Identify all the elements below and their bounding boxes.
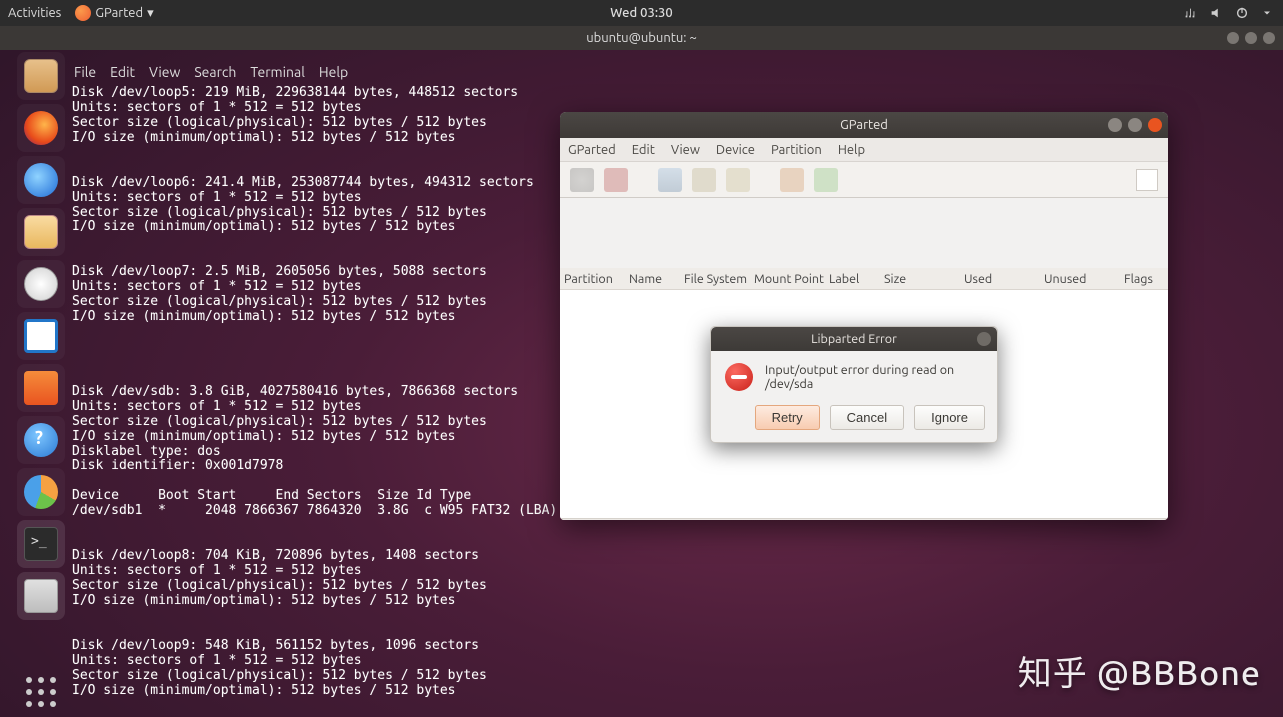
gparted-statusbar: Confirming /dev/sda xyxy=(560,518,1168,520)
launcher-help[interactable] xyxy=(17,416,65,464)
retry-button[interactable]: Retry xyxy=(755,405,820,430)
gparted-icon xyxy=(24,475,58,509)
folder-icon xyxy=(24,215,58,249)
col-size[interactable]: Size xyxy=(884,272,964,286)
clock[interactable]: Wed 03:30 xyxy=(610,6,672,20)
error-close-icon[interactable] xyxy=(977,332,991,346)
tb-new-icon[interactable] xyxy=(570,168,594,192)
gparted-close-button[interactable] xyxy=(1148,118,1162,132)
gparted-menubar: GParted Edit View Device Partition Help xyxy=(560,138,1168,162)
col-partition[interactable]: Partition xyxy=(564,272,629,286)
terminal-icon xyxy=(24,527,58,561)
system-chevron-icon[interactable] xyxy=(1261,6,1275,20)
gp-menu-view[interactable]: View xyxy=(671,143,700,157)
cancel-button[interactable]: Cancel xyxy=(830,405,904,430)
launcher-drive[interactable] xyxy=(17,572,65,620)
terminal-menubar: File Edit View Search Terminal Help xyxy=(70,60,1283,86)
menu-help[interactable]: Help xyxy=(319,64,348,80)
network-icon[interactable] xyxy=(1183,6,1197,20)
error-icon xyxy=(725,363,753,391)
gparted-titlebar[interactable]: GParted xyxy=(560,112,1168,138)
menu-file[interactable]: File xyxy=(74,64,96,80)
tb-undo-icon[interactable] xyxy=(780,168,804,192)
gparted-minimize-button[interactable] xyxy=(1108,118,1122,132)
col-label[interactable]: Label xyxy=(829,272,884,286)
gparted-indicator-icon xyxy=(75,5,91,21)
terminal-title: ubuntu@ubuntu: ~ xyxy=(586,31,697,45)
gparted-maximize-button[interactable] xyxy=(1128,118,1142,132)
col-unused[interactable]: Unused xyxy=(1044,272,1124,286)
software-center-icon xyxy=(24,371,58,405)
launcher-rhythmbox[interactable] xyxy=(17,260,65,308)
tb-resize-icon[interactable] xyxy=(658,168,682,192)
launcher-writer[interactable] xyxy=(17,312,65,360)
files-icon xyxy=(24,59,58,93)
device-selector[interactable] xyxy=(1136,169,1158,191)
gparted-window: GParted GParted Edit View Device Partiti… xyxy=(560,112,1168,520)
col-mount[interactable]: Mount Point xyxy=(754,272,829,286)
gnome-topbar: Activities GParted ▾ Wed 03:30 xyxy=(0,0,1283,26)
close-button[interactable] xyxy=(1263,32,1275,44)
launcher-filemanager[interactable] xyxy=(17,208,65,256)
gp-menu-gparted[interactable]: GParted xyxy=(568,143,616,157)
firefox-icon xyxy=(24,111,58,145)
menu-edit[interactable]: Edit xyxy=(110,64,135,80)
launcher-firefox[interactable] xyxy=(17,104,65,152)
app-menu[interactable]: GParted ▾ xyxy=(75,5,153,21)
launcher-gparted[interactable] xyxy=(17,468,65,516)
minimize-button[interactable] xyxy=(1227,32,1239,44)
error-message: Input/output error during read on /dev/s… xyxy=(765,363,983,391)
terminal-titlebar: ubuntu@ubuntu: ~ xyxy=(0,26,1283,50)
gp-menu-edit[interactable]: Edit xyxy=(632,143,655,157)
error-titlebar[interactable]: Libparted Error xyxy=(711,327,997,351)
launcher-thunderbird[interactable] xyxy=(17,156,65,204)
music-icon xyxy=(24,267,58,301)
launcher-software[interactable] xyxy=(17,364,65,412)
drive-icon xyxy=(24,579,58,613)
launcher-dock xyxy=(12,52,70,716)
libparted-error-dialog: Libparted Error Input/output error durin… xyxy=(710,326,998,443)
menu-view[interactable]: View xyxy=(149,64,180,80)
power-icon[interactable] xyxy=(1235,6,1249,20)
menu-terminal[interactable]: Terminal xyxy=(250,64,305,80)
help-icon xyxy=(24,423,58,457)
tb-delete-icon[interactable] xyxy=(604,168,628,192)
show-applications-button[interactable] xyxy=(17,668,65,716)
col-filesystem[interactable]: File System xyxy=(684,272,754,286)
menu-search[interactable]: Search xyxy=(194,64,236,80)
app-menu-chevron-icon: ▾ xyxy=(147,6,154,21)
error-title: Libparted Error xyxy=(811,332,897,346)
col-name[interactable]: Name xyxy=(629,272,684,286)
gparted-column-headers: Partition Name File System Mount Point L… xyxy=(560,268,1168,290)
watermark-text: 知乎 @BBBone xyxy=(1018,646,1261,695)
col-used[interactable]: Used xyxy=(964,272,1044,286)
app-menu-label: GParted xyxy=(95,6,143,20)
ignore-button[interactable]: Ignore xyxy=(914,405,985,430)
activities-button[interactable]: Activities xyxy=(8,6,61,20)
tb-apply-icon[interactable] xyxy=(814,168,838,192)
gp-menu-device[interactable]: Device xyxy=(716,143,755,157)
launcher-terminal[interactable] xyxy=(17,520,65,568)
col-flags[interactable]: Flags xyxy=(1124,272,1168,286)
gp-menu-partition[interactable]: Partition xyxy=(771,143,822,157)
tb-paste-icon[interactable] xyxy=(726,168,750,192)
launcher-files[interactable] xyxy=(17,52,65,100)
thunderbird-icon xyxy=(24,163,58,197)
gparted-title: GParted xyxy=(840,118,888,132)
gparted-toolbar xyxy=(560,162,1168,198)
writer-icon xyxy=(24,319,58,353)
tb-copy-icon[interactable] xyxy=(692,168,716,192)
volume-icon[interactable] xyxy=(1209,6,1223,20)
maximize-button[interactable] xyxy=(1245,32,1257,44)
gp-menu-help[interactable]: Help xyxy=(838,143,865,157)
